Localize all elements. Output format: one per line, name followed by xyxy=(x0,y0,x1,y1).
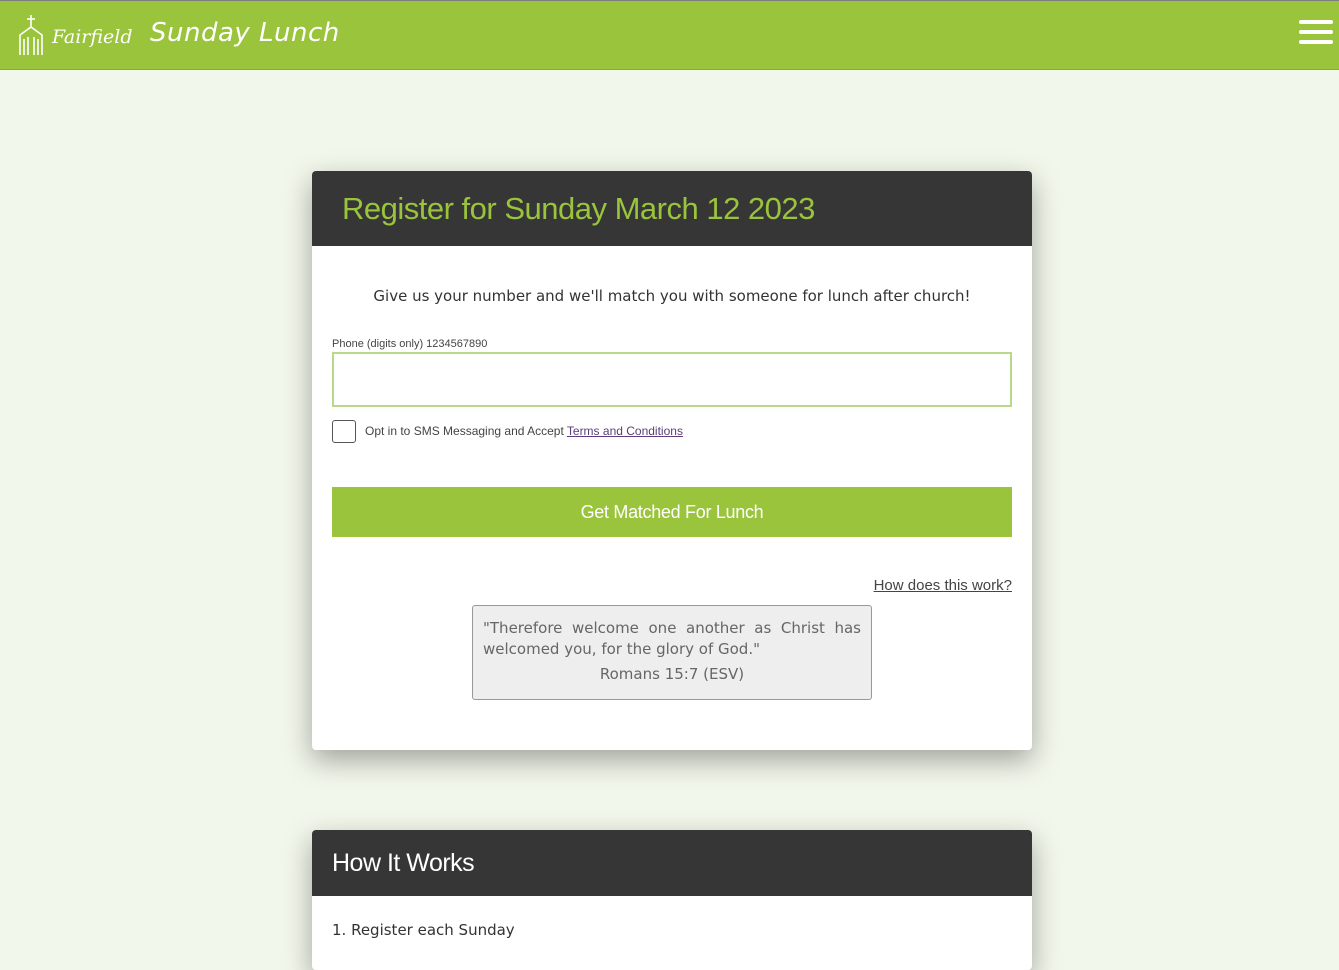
sms-optin-checkbox[interactable] xyxy=(332,420,356,443)
register-card-title: Register for Sunday March 12 2023 xyxy=(312,171,1032,246)
church-logo[interactable]: Fairfield xyxy=(18,15,138,57)
sms-optin-label: Opt in to SMS Messaging and Accept Terms… xyxy=(365,424,683,438)
hamburger-menu-icon[interactable] xyxy=(1299,20,1333,46)
logo-wordmark: Fairfield xyxy=(51,26,133,48)
top-navbar: Fairfield Sunday Lunch xyxy=(0,0,1339,70)
terms-link[interactable]: Terms and Conditions xyxy=(567,424,683,438)
app-title: Sunday Lunch xyxy=(150,18,340,48)
verse-text: "Therefore welcome one another as Christ… xyxy=(483,619,861,658)
how-it-works-card: How It Works 1. Register each Sunday xyxy=(312,830,1032,970)
how-it-works-title: How It Works xyxy=(312,830,1032,896)
phone-label: Phone (digits only) 1234567890 xyxy=(332,338,488,350)
phone-input[interactable] xyxy=(332,352,1012,407)
verse-box: "Therefore welcome one another as Christ… xyxy=(472,605,872,700)
intro-text: Give us your number and we'll match you … xyxy=(373,287,971,305)
verse-reference: Romans 15:7 (ESV) xyxy=(599,665,745,683)
how-step-1: 1. Register each Sunday xyxy=(332,921,515,939)
get-matched-button[interactable]: Get Matched For Lunch xyxy=(332,487,1012,537)
register-card: Register for Sunday March 12 2023 Give u… xyxy=(312,171,1032,750)
sms-optin-text: Opt in to SMS Messaging and Accept xyxy=(365,424,567,438)
how-does-this-work-link[interactable]: How does this work? xyxy=(874,577,1012,594)
